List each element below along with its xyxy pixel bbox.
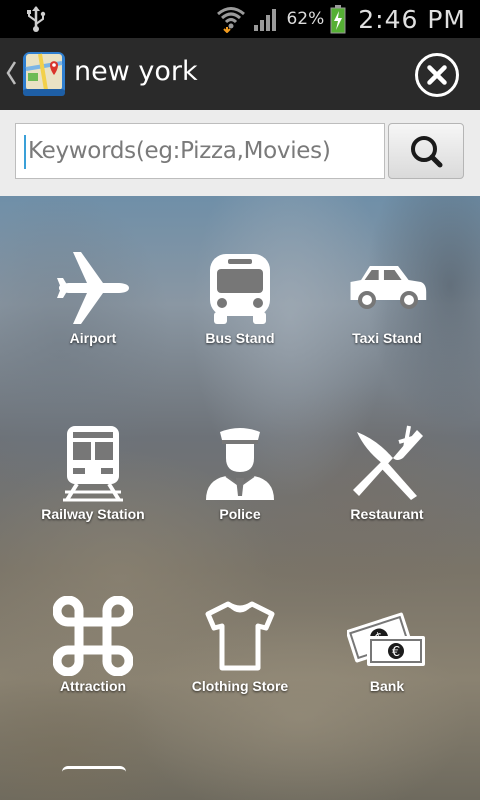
- category-bank[interactable]: $ € Bank: [312, 596, 462, 726]
- category-label: Taxi Stand: [352, 330, 422, 346]
- search-button[interactable]: [388, 123, 464, 179]
- taxi-icon: [350, 266, 427, 309]
- category-bus-stand[interactable]: Bus Stand: [165, 248, 315, 378]
- app-logo-icon[interactable]: [20, 49, 68, 99]
- category-police[interactable]: Police: [165, 424, 315, 554]
- money-bills-icon: $ €: [347, 612, 425, 666]
- category-airport[interactable]: Airport: [18, 248, 168, 378]
- train-icon: [63, 426, 123, 502]
- battery-charging-icon: [330, 5, 346, 34]
- text-cursor: [24, 135, 26, 169]
- category-label: Bus Stand: [205, 330, 275, 346]
- category-clothing-store[interactable]: Clothing Store: [165, 596, 315, 726]
- category-railway-station[interactable]: Railway Station: [18, 424, 168, 554]
- category-label: Police: [219, 506, 261, 522]
- tshirt-icon: [205, 601, 275, 671]
- airplane-icon: [57, 252, 129, 324]
- clock: 2:46 PM: [358, 4, 466, 34]
- category-grid: Airport Bus Stand Taxi Stand Railway Sta…: [0, 196, 480, 800]
- category-label: Attraction: [59, 678, 127, 694]
- next-category-peek: [62, 766, 126, 777]
- bus-icon: [210, 254, 270, 324]
- svg-text:€: €: [392, 645, 400, 660]
- battery-percent: 62%: [286, 9, 325, 29]
- close-button[interactable]: [414, 52, 460, 98]
- status-bar: 62% 2:46 PM: [0, 0, 480, 38]
- category-label: Railway Station: [41, 506, 145, 522]
- category-label: Restaurant: [350, 506, 424, 522]
- command-key-icon: [53, 596, 133, 676]
- back-chevron-icon[interactable]: [4, 58, 18, 88]
- usb-icon: [27, 6, 46, 32]
- police-officer-icon: [206, 428, 274, 500]
- category-restaurant[interactable]: Restaurant: [312, 424, 462, 554]
- category-label: Clothing Store: [191, 678, 289, 694]
- signal-icon: [254, 9, 277, 31]
- action-bar: new york: [0, 38, 480, 111]
- category-taxi-stand[interactable]: Taxi Stand: [312, 248, 462, 378]
- fork-knife-icon: [353, 425, 423, 500]
- page-title: new york: [74, 56, 198, 87]
- category-label: Bank: [369, 678, 405, 694]
- wifi-icon: [217, 7, 246, 33]
- category-attraction[interactable]: Attraction: [18, 596, 168, 726]
- category-label: Airport: [69, 330, 117, 346]
- search-input[interactable]: Keywords(eg:Pizza,Movies): [15, 123, 385, 179]
- search-bar: Keywords(eg:Pizza,Movies): [0, 110, 480, 196]
- search-icon: [411, 136, 443, 168]
- search-placeholder: Keywords(eg:Pizza,Movies): [28, 138, 331, 164]
